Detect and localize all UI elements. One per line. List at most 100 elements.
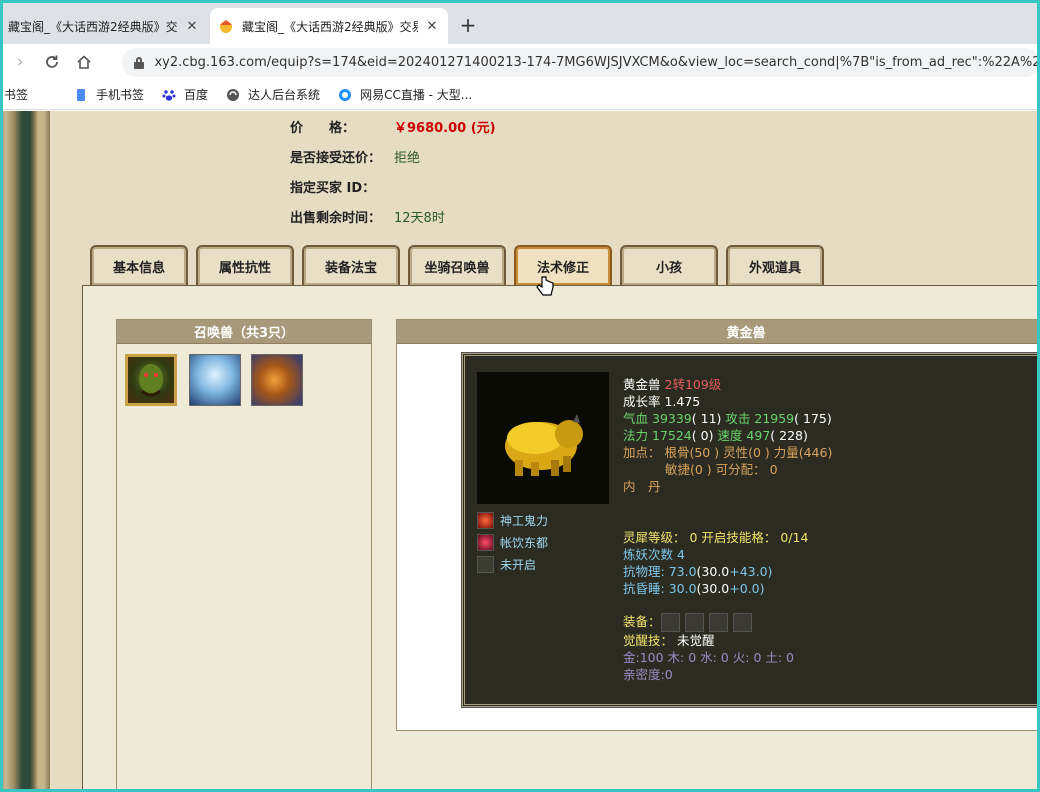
- designated-buyer-row: 指定买家 ID：: [290, 177, 394, 196]
- mp-value: 17524: [648, 428, 692, 443]
- phys-resist-bonus: +43.0): [729, 564, 773, 579]
- attack-extra: ( 175): [794, 411, 832, 426]
- pet-stats-text: 黄金兽 2转109级 成长率 1.475 气血 39339( 11) 攻击 21…: [623, 376, 832, 683]
- refine-count: 炼妖次数 4: [623, 547, 685, 562]
- equip-slot[interactable]: [708, 613, 728, 632]
- tab-summons[interactable]: 坐骑召唤兽: [408, 245, 506, 285]
- awaken-value: 未觉醒: [673, 633, 715, 648]
- pet-portrait: [477, 372, 609, 504]
- pet-list-header: 召唤兽（共3只）: [117, 320, 371, 344]
- home-icon[interactable]: [68, 48, 100, 76]
- attack-label: 攻击: [721, 411, 751, 426]
- sleep-resist-base: (30.0: [696, 581, 730, 596]
- intimacy: 亲密度:0: [623, 667, 673, 682]
- pet-thumb-ice-beast[interactable]: [189, 354, 241, 406]
- close-icon[interactable]: ✕: [184, 19, 200, 34]
- speed-extra: ( 228): [770, 428, 808, 443]
- growth-rate: 成长率 1.475: [623, 394, 701, 409]
- bookmark-label: 手机书签: [96, 88, 145, 102]
- pet-name: 黄金兽: [623, 377, 661, 392]
- remaining-time-row: 出售剩余时间： 12天8时: [290, 207, 445, 226]
- attack-value: 21959: [750, 411, 795, 426]
- skill-name: 帐饮东都: [500, 536, 549, 550]
- tab-equipment[interactable]: 装备法宝: [302, 245, 400, 285]
- browser-tab[interactable]: 藏宝阁_《大话西游2经典版》交易 ✕: [0, 8, 208, 44]
- new-tab-icon[interactable]: +: [455, 14, 481, 36]
- equip-label: 装备：: [623, 614, 661, 629]
- designated-buyer-label: 指定买家 ID：: [290, 181, 376, 196]
- speed-value: 497: [742, 428, 771, 443]
- skill-red-icon: [477, 512, 494, 529]
- remaining-time-label: 出售剩余时间：: [290, 211, 382, 226]
- lingxi-level: 灵犀等级： 0 开启技能格： 0/14: [623, 530, 809, 545]
- equip-slot[interactable]: [732, 613, 752, 632]
- hp-label: 气血: [623, 411, 649, 426]
- hand-cursor-icon: [536, 275, 554, 303]
- hp-value: 39339: [648, 411, 692, 426]
- tab-basic-info[interactable]: 基本信息: [90, 245, 188, 285]
- address-bar[interactable]: xy2.cbg.163.com/equip?s=174&eid=20240127…: [122, 48, 1040, 77]
- sleep-resist-label: 抗昏睡:: [623, 581, 669, 596]
- cbg-favicon-icon: [218, 18, 234, 34]
- url-text: xy2.cbg.163.com/equip?s=174&eid=20240127…: [154, 55, 1040, 70]
- speed-label: 速度: [713, 428, 743, 443]
- price-row: 价 格： ￥9680.00 (元): [290, 117, 496, 136]
- skill-name: 未开启: [500, 558, 537, 572]
- pet-stats-card: 神工鬼力 帐饮东都 未开启 黄金兽 2转109级 成长率 1.475 气血 39…: [461, 352, 1040, 708]
- tab-attributes[interactable]: 属性抗性: [196, 245, 294, 285]
- tab-title: 藏宝阁_《大话西游2经典版》交易: [242, 19, 418, 34]
- bookmark-item[interactable]: 手机书签: [74, 86, 144, 103]
- mobile-bookmark-icon: [74, 88, 88, 102]
- reload-icon[interactable]: [36, 48, 68, 76]
- bookmark-item[interactable]: 百度: [162, 86, 208, 103]
- phys-resist-label: 抗物理:: [623, 564, 669, 579]
- pet-skill[interactable]: 未开启: [477, 556, 536, 573]
- price-value: ￥9680.00 (元): [394, 121, 496, 136]
- bookmark-item[interactable]: 达人后台系统: [226, 86, 320, 103]
- counter-offer-label: 是否接受还价：: [290, 151, 382, 166]
- skill-crimson-icon: [477, 534, 494, 551]
- pet-thumb-golden-beast[interactable]: [125, 354, 177, 406]
- close-icon[interactable]: ✕: [424, 19, 440, 34]
- sleep-resist-value: 30.0: [668, 581, 697, 596]
- lock-icon[interactable]: [134, 56, 144, 69]
- counter-offer-row: 是否接受还价： 拒绝: [290, 147, 420, 166]
- counter-offer-value: 拒绝: [394, 151, 421, 166]
- forward-icon[interactable]: ›: [4, 48, 36, 76]
- tab-spell-mods[interactable]: 法术修正: [514, 245, 612, 285]
- inner-pill-label: 内 丹: [623, 479, 661, 494]
- tab-title: 藏宝阁_《大话西游2经典版》交易: [8, 19, 178, 34]
- left-border-decoration: [0, 111, 50, 792]
- browser-tab-strip: 藏宝阁_《大话西游2经典版》交易 ✕ 藏宝阁_《大话西游2经典版》交易 ✕ +: [0, 0, 1040, 44]
- pet-detail-header: 黄金兽: [397, 320, 1040, 344]
- attribute-points: 加点： 根骨(50 ) 灵性(0 ) 力量(446): [623, 445, 833, 460]
- equip-slot[interactable]: [684, 613, 704, 632]
- bookmark-label: 百度: [184, 88, 209, 102]
- pet-level: 2转109级: [664, 377, 722, 392]
- equip-slot[interactable]: [660, 613, 680, 632]
- page-content: 价 格： ￥9680.00 (元) 是否接受还价： 拒绝 指定买家 ID： 出售…: [50, 111, 1040, 792]
- tab-child[interactable]: 小孩: [620, 245, 718, 285]
- hp-extra: ( 11): [691, 411, 722, 426]
- browser-tab-active[interactable]: 藏宝阁_《大话西游2经典版》交易 ✕: [210, 8, 448, 44]
- page-viewport: 价 格： ￥9680.00 (元) 是否接受还价： 拒绝 指定买家 ID： 出售…: [0, 111, 1040, 792]
- bookmark-item[interactable]: 网易CC直播 - 大型...: [338, 86, 472, 103]
- bookmark-label: 达人后台系统: [248, 88, 321, 102]
- bookmarks-bar: 书签 手机书签 百度 达人后台系统 网易CC直播 - 大型...: [0, 80, 1040, 110]
- pet-list-panel: 召唤兽（共3只）: [116, 319, 372, 792]
- bookmark-item[interactable]: 书签: [4, 86, 28, 103]
- tab-appearance[interactable]: 外观道具: [726, 245, 824, 285]
- bookmark-label: 网易CC直播 - 大型...: [360, 88, 473, 102]
- skill-name: 神工鬼力: [500, 514, 549, 528]
- cc-live-icon: [338, 88, 352, 102]
- mp-extra: ( 0): [691, 428, 714, 443]
- phys-resist-base: (30.0: [696, 564, 730, 579]
- site-logo-icon: [226, 88, 240, 102]
- pet-thumb-fire-beast[interactable]: [251, 354, 303, 406]
- remaining-time-value: 12天8时: [394, 211, 445, 226]
- pet-skill[interactable]: 帐饮东都: [477, 534, 548, 551]
- five-elements: 金:100 木: 0 水: 0 火: 0 土: 0: [623, 650, 795, 665]
- bookmark-label: 书签: [4, 88, 29, 102]
- pet-skill[interactable]: 神工鬼力: [477, 512, 548, 529]
- awaken-label: 觉醒技：: [623, 633, 674, 648]
